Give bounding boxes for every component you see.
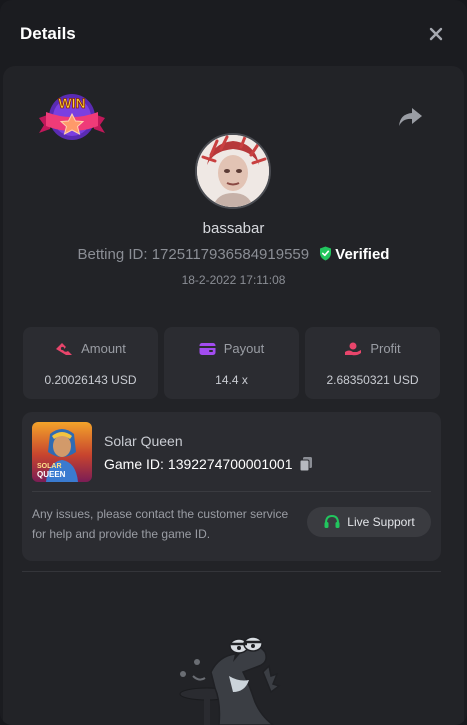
betting-id-row: Betting ID: 1725117936584919559 Verified [0,246,467,263]
verified-shield-icon [320,246,332,261]
thumb-title-line-2: QUEEN [37,470,66,479]
section-divider [22,571,441,572]
card-divider [32,491,431,492]
avatar-image [197,135,269,207]
copy-icon[interactable] [298,456,314,472]
modal-header: Details [0,0,467,66]
bet-datetime: 18-2-2022 17:11:08 [181,273,286,287]
support-help-text: Any issues, please contact the customer … [32,507,289,541]
money-icon [56,342,73,355]
game-thumbnail[interactable]: SOLAR QUEEN [32,422,92,482]
stat-profit-value: 2.68350321 USD [326,373,419,387]
game-id-value: 1392274700001001 [167,456,293,472]
wallet-icon [199,342,216,355]
close-button[interactable] [424,22,448,46]
share-icon[interactable] [396,105,424,129]
game-id-label: Game ID: [104,456,164,472]
stat-payout: Payout 14.4 x [164,327,299,399]
thumb-title-line-1: SOLAR [37,463,62,470]
stat-payout-label: Payout [223,341,265,356]
coins-hand-icon [345,342,362,355]
stat-amount-label: Amount [81,341,126,356]
stat-profit-label: Profit [370,341,401,356]
stat-amount-value: 0.20026143 USD [44,373,137,387]
verified-label: Verified [335,246,390,263]
stat-payout-value: 14.4 x [215,373,248,387]
game-name[interactable]: Solar Queen [104,433,183,449]
avatar [195,133,271,209]
modal-title: Details [20,24,76,43]
betting-id-label: Betting ID: [77,246,148,263]
username: bassabar [202,220,265,237]
live-support-label: Live Support [347,515,415,529]
crocodile-mascot-icon [179,636,281,725]
win-badge-icon: WIN [39,94,105,140]
details-modal: Details WIN bassabar Betting ID: 1725117… [0,0,467,725]
headset-icon [324,514,340,528]
live-support-button[interactable]: Live Support [307,507,431,537]
game-id-row: Game ID: 1392274700001001 [104,456,314,472]
game-card: SOLAR QUEEN Solar Queen Game ID: 13922747… [22,412,441,561]
stat-profit: Profit 2.68350321 USD [305,327,440,399]
solar-queen-thumbnail-image: SOLAR QUEEN [32,422,92,482]
stat-amount: Amount 0.20026143 USD [23,327,158,399]
win-badge-text: WIN [58,95,85,111]
betting-id-value: 1725117936584919559 [151,246,310,263]
close-icon [429,27,443,41]
